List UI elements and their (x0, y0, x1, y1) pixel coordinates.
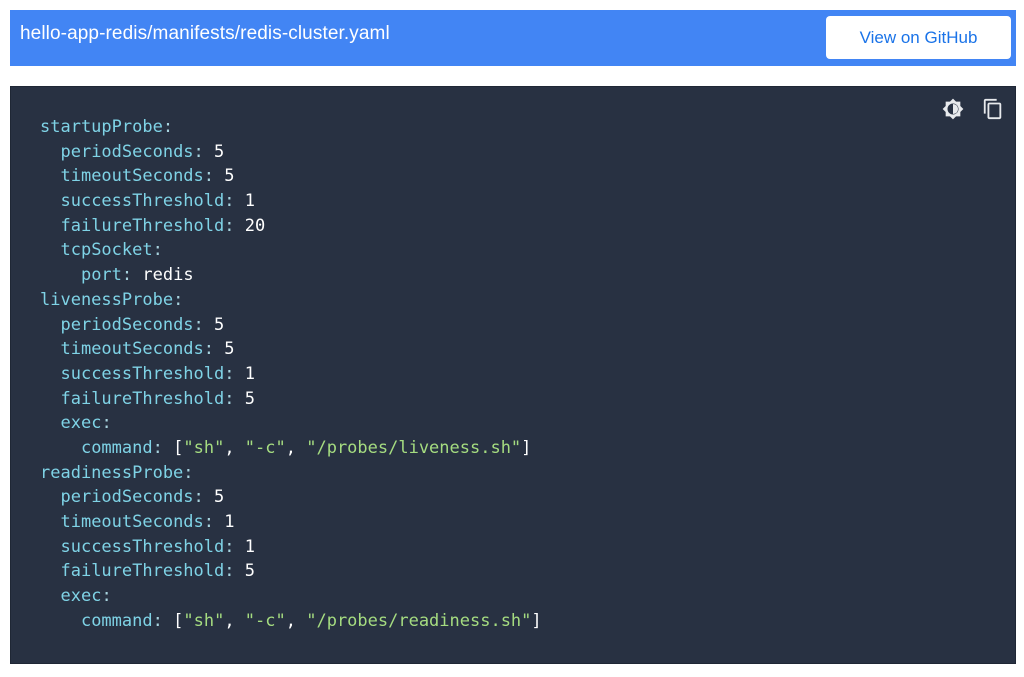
yaml-value: 5 (244, 561, 255, 582)
yaml-colon: : (173, 289, 184, 310)
yaml-key: timeoutSeconds (60, 339, 204, 360)
yaml-colon: : (224, 215, 235, 236)
yaml-value: 1 (224, 512, 235, 532)
yaml-key: command (80, 437, 153, 458)
yaml-colon: : (152, 240, 163, 261)
code-line: timeoutSeconds: 5 (40, 337, 542, 362)
yaml-key: startupProbe (40, 117, 163, 137)
yaml-colon: : (152, 610, 163, 631)
yaml-colon: : (162, 117, 174, 137)
yaml-bracket: ] (521, 437, 532, 458)
yaml-string: "/probes/readiness.sh" (306, 610, 532, 631)
code-line: livenessProbe: (40, 288, 542, 313)
code-line: periodSeconds: 5 (40, 140, 542, 165)
yaml-key: successThreshold (60, 536, 225, 557)
yaml-colon: : (203, 339, 215, 360)
yaml-key: exec (60, 413, 102, 434)
yaml-string: "-c" (244, 610, 286, 631)
yaml-value: redis (142, 265, 194, 286)
yaml-colon: : (224, 536, 235, 557)
yaml-value: 1 (244, 536, 255, 557)
code-line: successThreshold: 1 (40, 535, 542, 560)
code-line: port: redis (40, 263, 542, 288)
yaml-key: port (80, 265, 122, 286)
yaml-string: "sh" (183, 610, 225, 631)
code-line: timeoutSeconds: 5 (40, 164, 542, 189)
yaml-value: 5 (244, 388, 255, 409)
yaml-value: 1 (244, 363, 255, 384)
yaml-bracket: [ (173, 610, 184, 631)
yaml-colon: : (224, 561, 235, 582)
yaml-value: 5 (224, 166, 235, 187)
yaml-key: periodSeconds (60, 314, 194, 335)
code-line: failureThreshold: 5 (40, 387, 542, 412)
yaml-colon: : (224, 388, 235, 409)
code-line: successThreshold: 1 (40, 362, 542, 387)
code-line: failureThreshold: 20 (40, 214, 542, 239)
theme-toggle-icon[interactable] (940, 96, 966, 122)
yaml-comma: , (285, 610, 307, 631)
file-header: hello-app-redis/manifests/redis-cluster.… (10, 10, 1016, 66)
file-path: hello-app-redis/manifests/redis-cluster.… (20, 23, 390, 44)
code-line: readinessProbe: (40, 461, 542, 486)
yaml-string: "/probes/liveness.sh" (306, 437, 522, 458)
yaml-comma: , (224, 437, 245, 458)
yaml-value: 5 (214, 141, 225, 162)
yaml-key: timeoutSeconds (60, 512, 204, 532)
yaml-value: 1 (244, 191, 255, 212)
yaml-colon: : (193, 141, 204, 162)
yaml-comma: , (285, 437, 307, 458)
yaml-colon: : (203, 512, 215, 532)
yaml-key: livenessProbe (40, 289, 174, 310)
yaml-string: "sh" (183, 437, 225, 458)
code-panel: startupProbe: periodSeconds: 5 timeoutSe… (10, 86, 1016, 664)
view-on-github-button[interactable]: View on GitHub (826, 16, 1011, 59)
yaml-key: tcpSocket (60, 240, 153, 261)
yaml-key: successThreshold (60, 191, 225, 212)
code-line: periodSeconds: 5 (40, 313, 542, 338)
yaml-key: successThreshold (60, 363, 225, 384)
code-line: exec: (40, 584, 542, 609)
yaml-value: 5 (214, 314, 225, 335)
yaml-bracket: [ (173, 437, 184, 458)
yaml-colon: : (224, 191, 235, 212)
yaml-value: 5 (214, 487, 225, 508)
yaml-colon: : (193, 314, 204, 335)
code-line: timeoutSeconds: 1 (40, 510, 542, 535)
yaml-colon: : (101, 413, 112, 434)
yaml-key: command (80, 610, 153, 631)
yaml-string: "-c" (244, 437, 286, 458)
yaml-value: 20 (244, 215, 266, 236)
yaml-colon: : (193, 487, 204, 508)
code-toolbar (940, 96, 1006, 122)
yaml-key: periodSeconds (60, 141, 194, 162)
yaml-bracket: ] (531, 610, 542, 631)
yaml-key: exec (60, 586, 102, 607)
yaml-value: 5 (224, 339, 235, 360)
yaml-colon: : (203, 166, 215, 187)
code-block[interactable]: startupProbe: periodSeconds: 5 timeoutSe… (40, 115, 542, 633)
copy-icon[interactable] (980, 96, 1006, 122)
code-line: periodSeconds: 5 (40, 485, 542, 510)
code-line: command: ["sh", "-c", "/probes/readiness… (40, 609, 542, 634)
yaml-key: failureThreshold (60, 561, 225, 582)
yaml-key: timeoutSeconds (60, 166, 204, 187)
yaml-key: failureThreshold (60, 215, 225, 236)
code-line: startupProbe: (40, 115, 542, 140)
yaml-key: readinessProbe (40, 462, 184, 483)
yaml-comma: , (224, 610, 245, 631)
code-line: command: ["sh", "-c", "/probes/liveness.… (40, 436, 542, 461)
code-line: successThreshold: 1 (40, 189, 542, 214)
yaml-colon: : (152, 437, 163, 458)
code-line: tcpSocket: (40, 238, 542, 263)
yaml-colon: : (183, 462, 194, 483)
yaml-colon: : (121, 265, 133, 286)
yaml-colon: : (224, 363, 235, 384)
yaml-colon: : (101, 586, 112, 607)
yaml-key: periodSeconds (60, 487, 194, 508)
yaml-key: failureThreshold (60, 388, 225, 409)
code-line: failureThreshold: 5 (40, 559, 542, 584)
code-line: exec: (40, 411, 542, 436)
